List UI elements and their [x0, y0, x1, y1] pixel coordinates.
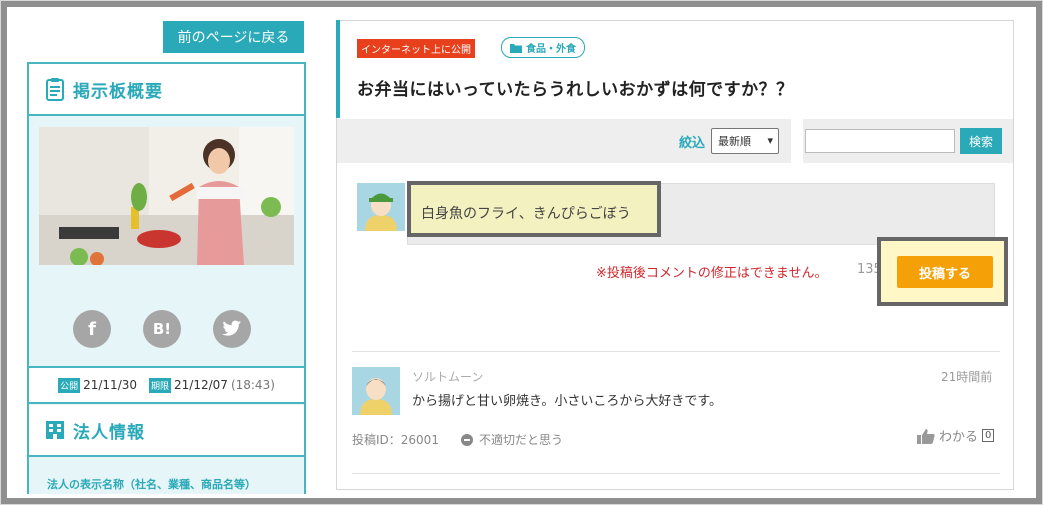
minus-circle-icon: [461, 433, 473, 446]
public-badge: インターネット上に公開: [357, 39, 475, 58]
corp-title: 法人情報: [73, 422, 145, 443]
post-id: 投稿ID：26001: [352, 433, 439, 447]
avatar: [352, 367, 400, 415]
thumbs-up-icon: [917, 428, 935, 444]
report-label: 不適切だと思う: [479, 433, 564, 447]
search-button[interactable]: 検索: [960, 128, 1002, 154]
divider: [791, 119, 803, 163]
open-date: 21/11/30: [83, 378, 138, 392]
category-label: 食品・外食: [526, 44, 576, 55]
page: 前のページに戻る 掲示板概要 f B! 公開 21/11/30 期限 21/12…: [12, 12, 1030, 494]
close-time: (18:43): [230, 378, 275, 392]
report-button[interactable]: 不適切だと思う: [461, 431, 563, 448]
accent-bar: [336, 20, 340, 118]
post-author[interactable]: ソルトムーン: [412, 368, 483, 385]
chevron-down-icon: ▾: [767, 134, 773, 147]
filter-bar: 絞込 最新順 ▾ 検索: [337, 119, 1013, 163]
thread-title: お弁当にはいっていたらうれしいおかずは何ですか？？: [357, 80, 794, 100]
like-count: 0: [982, 429, 995, 442]
sort-value: 最新順: [718, 135, 751, 148]
facebook-icon[interactable]: f: [73, 310, 111, 348]
sort-select[interactable]: 最新順 ▾: [711, 128, 779, 154]
open-tag: 公開: [58, 377, 81, 393]
like-button[interactable]: わかる 0: [917, 426, 995, 445]
search-input[interactable]: [805, 129, 955, 153]
overview-header: 掲示板概要: [29, 64, 304, 116]
corp-display-name-label: 法人の表示名称（社名、業種、商品名等）: [47, 478, 256, 491]
category-badge[interactable]: 食品・外食: [501, 37, 585, 58]
close-date: 21/12/07: [174, 378, 228, 392]
divider: [352, 473, 1000, 474]
folder-icon: [510, 43, 522, 53]
post-button[interactable]: 投稿する: [897, 256, 993, 288]
overview-title: 掲示板概要: [73, 81, 163, 102]
edit-warning: ※投稿後コメントの修正はできません。: [596, 266, 828, 281]
post-body: から揚げと甘い卵焼き。小さいころから大好きです。: [412, 394, 723, 409]
close-tag: 期限: [149, 377, 172, 393]
thread-photo: [39, 127, 294, 265]
period-dates: 公開 21/11/30 期限 21/12/07 (18:43): [29, 366, 304, 404]
comment-text: 白身魚のフライ、きんぴらごぼう: [421, 206, 631, 222]
corp-header: 法人情報: [29, 405, 304, 457]
thread-panel: インターネット上に公開 食品・外食 お弁当にはいっていたらうれしいおかずは何です…: [336, 20, 1014, 490]
like-label: わかる: [939, 430, 979, 445]
hatena-bookmark-icon[interactable]: B!: [143, 310, 181, 348]
back-button[interactable]: 前のページに戻る: [163, 21, 304, 53]
building-icon: [46, 421, 64, 439]
twitter-icon[interactable]: [213, 310, 251, 348]
sidebar: 掲示板概要 f B! 公開 21/11/30 期限 21/12/07 (18:4…: [27, 62, 306, 494]
post-time: 21時間前: [941, 370, 993, 384]
divider: [352, 351, 1000, 352]
clipboard-icon: [46, 78, 64, 101]
avatar: [357, 183, 405, 231]
filter-label: 絞込: [679, 136, 706, 151]
